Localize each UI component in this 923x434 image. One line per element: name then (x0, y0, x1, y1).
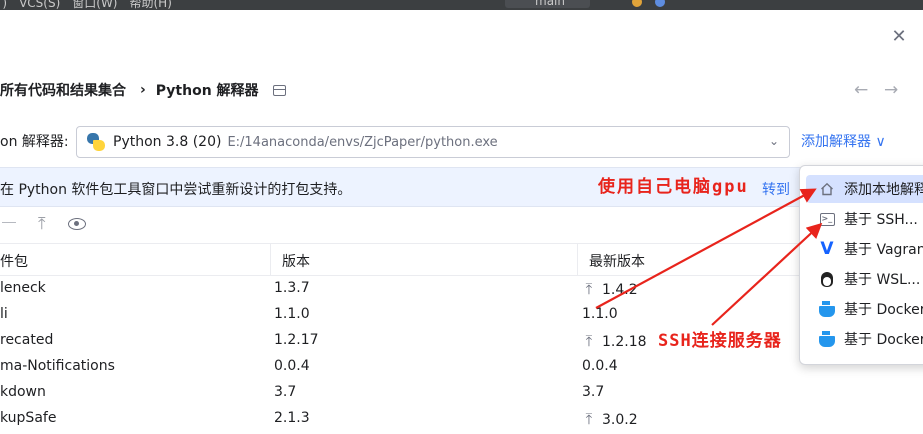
breadcrumb-separator: › (140, 82, 146, 98)
package-name: li (0, 306, 8, 322)
annotation-ssh: SSH连接服务器 (658, 331, 782, 351)
breadcrumb-parent[interactable]: 所有代码和结果集合 (0, 80, 126, 100)
linux-icon (818, 270, 836, 288)
home-icon (818, 180, 836, 198)
forward-arrow-icon[interactable]: → (884, 80, 898, 100)
info-banner: 在 Python 软件包工具窗口中尝试重新设计的打包支持。 转到 (0, 167, 923, 207)
upgrade-icon[interactable]: ⤒ (38, 214, 46, 234)
banner-text: 在 Python 软件包工具窗口中尝试重新设计的打包支持。 (0, 182, 352, 198)
close-icon[interactable]: ✕ (889, 27, 909, 47)
docker-icon (818, 330, 836, 348)
menu-item-label: 基于 Docker... (844, 302, 923, 318)
menu-item-vagrant[interactable]: V 基于 Vagrant... (806, 235, 923, 263)
package-version: 1.1.0 (274, 306, 310, 322)
package-latest: ⤒ 1.4.2 (582, 280, 638, 298)
package-version: 3.7 (274, 384, 297, 400)
branch-name: main (535, 0, 565, 8)
interpreter-name: Python 3.8 (20) (113, 134, 222, 150)
package-latest: ⤒ 3.0.2 (582, 410, 638, 428)
menu-item-label: 基于 Docker Compose... (844, 332, 923, 348)
breadcrumb-current: Python 解释器 (155, 83, 259, 99)
latest-version: 3.0.2 (602, 412, 638, 428)
package-name: kupSafe (0, 410, 57, 426)
latest-version: 0.0.4 (582, 358, 618, 374)
upgrade-arrow-icon: ⤒ (585, 280, 593, 298)
header-version[interactable]: 版本 (282, 251, 310, 271)
terminal-icon: >_ (818, 210, 836, 228)
table-row[interactable]: kupSafe 2.1.3 ⤒ 3.0.2 (0, 406, 800, 432)
package-latest: 1.1.0 (582, 306, 618, 322)
packages-toolbar: ⤒ (0, 213, 120, 235)
package-name: ma-Notifications (0, 358, 115, 374)
package-version: 2.1.3 (274, 410, 310, 426)
latest-version: 1.4.2 (602, 282, 638, 298)
latest-version: 1.1.0 (582, 306, 618, 322)
annotation-local-gpu: 使用自己电脑gpu (598, 177, 749, 197)
python-icon (87, 133, 105, 151)
table-header: 件包 版本 最新版本 (0, 243, 800, 276)
table-row[interactable]: li 1.1.0 1.1.0 (0, 302, 800, 328)
menu-item-label: 基于 Vagrant... (844, 242, 923, 258)
package-latest: 3.7 (582, 384, 604, 400)
menu-item-linux[interactable]: 基于 WSL... (806, 265, 923, 293)
chevron-down-icon[interactable]: ⌄ (769, 134, 779, 148)
package-name: kdown (0, 384, 46, 400)
ide-menubar: ) VCS(S) 窗口(W) 帮助(H) main (0, 0, 923, 10)
package-name: recated (0, 332, 54, 348)
status-dot-icon[interactable] (655, 0, 665, 7)
branch-widget[interactable]: main (505, 0, 590, 8)
menu-item-label: 基于 SSH... (844, 212, 918, 228)
table-row[interactable]: kdown 3.7 3.7 (0, 380, 800, 406)
table-row[interactable]: ma-Notifications 0.0.4 0.0.4 (0, 354, 800, 380)
window-icon[interactable] (272, 84, 286, 96)
package-version: 0.0.4 (274, 358, 310, 374)
menu-item-docker[interactable]: 基于 Docker Compose... (806, 325, 923, 353)
interpreter-label: on 解释器: (0, 134, 69, 150)
eye-icon[interactable] (68, 218, 86, 230)
docker-icon (818, 300, 836, 318)
upgrade-arrow-icon: ⤒ (585, 410, 593, 428)
menu-item-label: 添加本地解释器 (844, 182, 923, 198)
package-version: 1.3.7 (274, 280, 310, 296)
header-package[interactable]: 件包 (0, 251, 28, 271)
vagrant-icon: V (820, 239, 834, 259)
back-arrow-icon[interactable]: ← (854, 80, 868, 100)
upgrade-arrow-icon: ⤒ (585, 332, 593, 350)
menu-item-docker[interactable]: 基于 Docker... (806, 295, 923, 323)
banner-link[interactable]: 转到 (762, 179, 790, 199)
header-latest[interactable]: 最新版本 (589, 251, 645, 271)
add-interpreter-menu: 添加本地解释器 >_ 基于 SSH... V 基于 Vagrant... 基于 WSL..… (799, 165, 923, 365)
remove-icon[interactable] (2, 222, 16, 223)
menubar-text[interactable]: ) VCS(S) 窗口(W) 帮助(H) (0, 0, 172, 10)
breadcrumb: 所有代码和结果集合 › Python 解释器 (0, 78, 286, 102)
interpreter-select[interactable]: Python 3.8 (20) E:/14anaconda/envs/ZjcPa… (76, 126, 790, 158)
menu-item-terminal[interactable]: >_ 基于 SSH... (806, 205, 923, 233)
table-row[interactable]: leneck 1.3.7 ⤒ 1.4.2 (0, 276, 800, 302)
menu-item-label: 基于 WSL... (844, 272, 921, 288)
latest-version: 1.2.18 (602, 334, 647, 350)
package-version: 1.2.17 (274, 332, 319, 348)
package-latest: ⤒ 1.2.18 (582, 332, 647, 350)
menu-item-home[interactable]: 添加本地解释器 (806, 175, 923, 203)
latest-version: 3.7 (582, 384, 605, 400)
package-latest: 0.0.4 (582, 358, 618, 374)
interpreter-path: E:/14anaconda/envs/ZjcPaper/python.exe (227, 134, 498, 150)
package-name: leneck (0, 280, 46, 296)
add-interpreter-link[interactable]: 添加解释器 ∨ (801, 131, 886, 151)
status-dot-icon[interactable] (632, 0, 642, 7)
